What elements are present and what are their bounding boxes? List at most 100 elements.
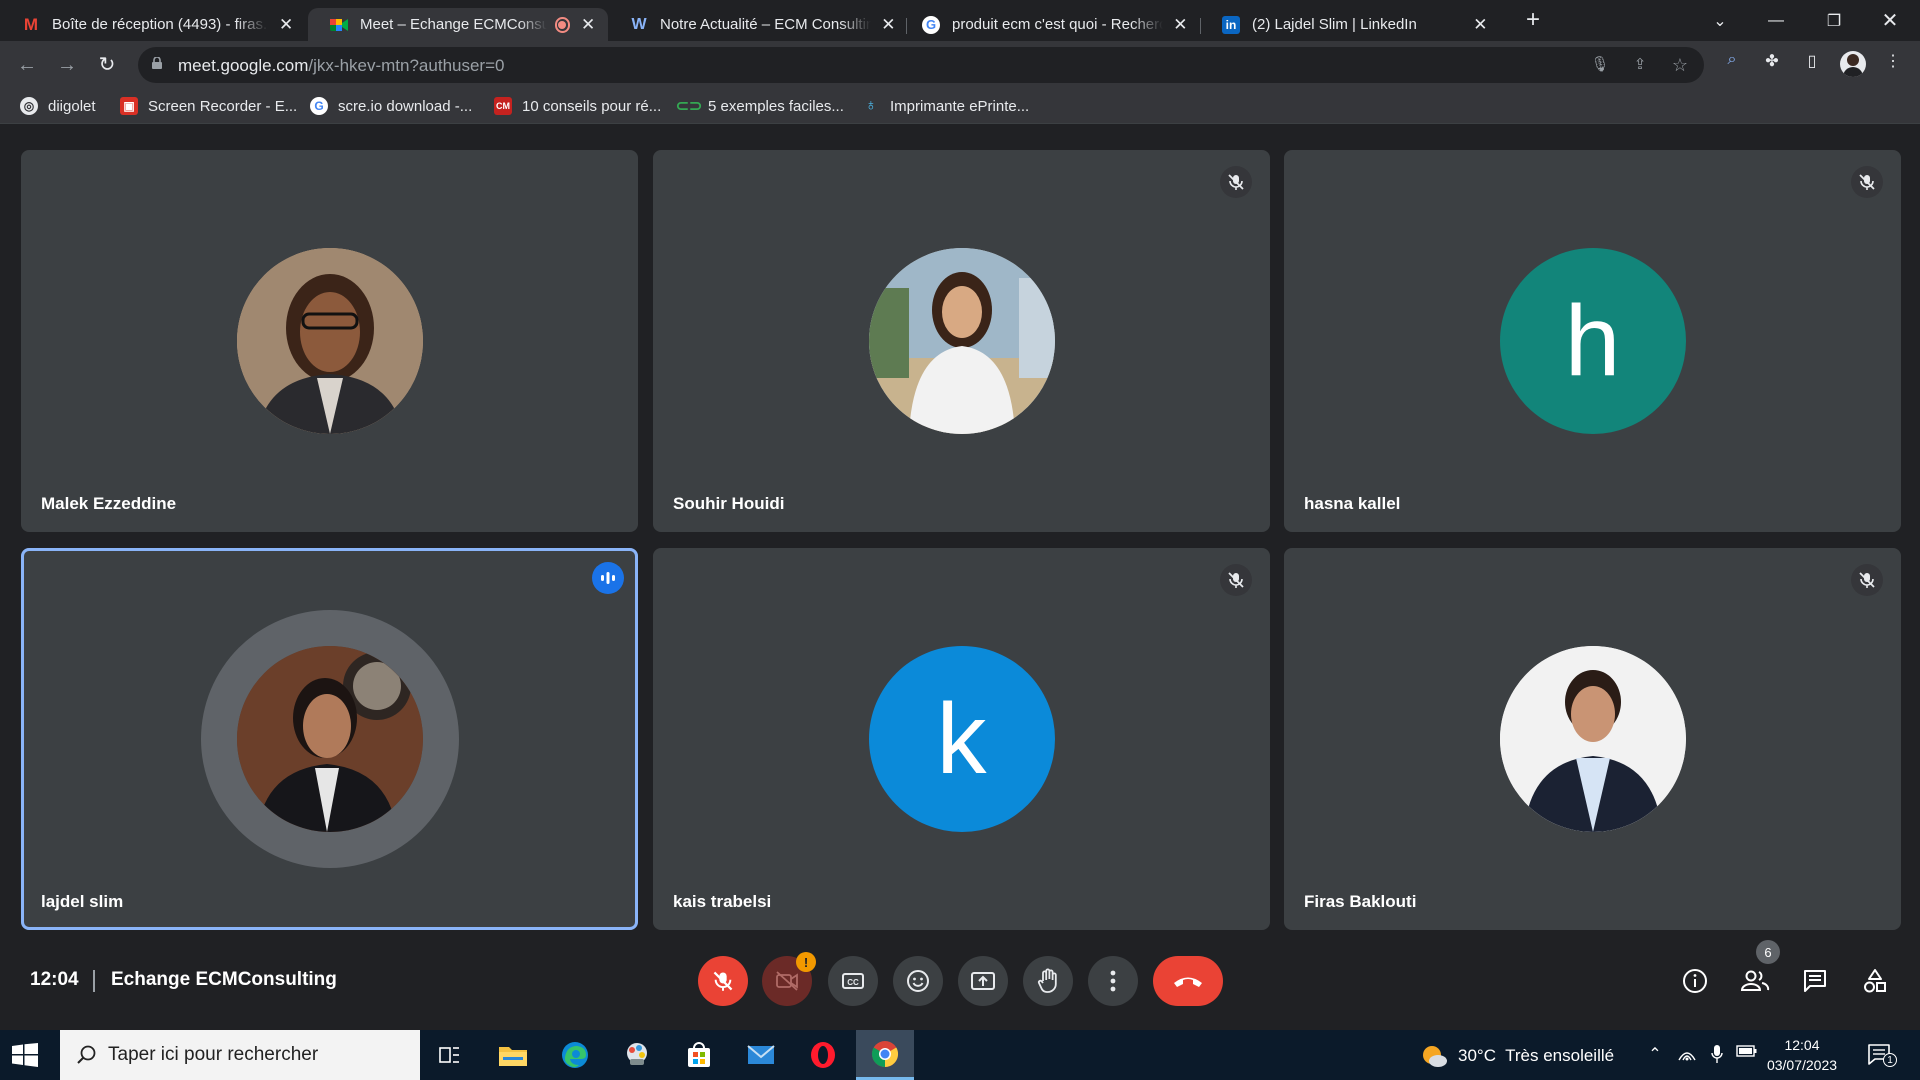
google-icon: G [310,97,328,115]
participant-name: Firas Baklouti [1304,892,1417,911]
present-screen-button[interactable] [958,956,1008,1006]
profile-avatar[interactable] [1840,51,1866,77]
svg-text:CC: CC [847,978,859,987]
close-icon[interactable]: ✕ [276,15,296,35]
close-icon[interactable]: ✕ [1471,15,1490,35]
paint-icon [627,1043,647,1065]
side-panel-icon[interactable]: ▯ [1801,51,1823,73]
meeting-details-button[interactable] [1676,962,1714,1000]
close-icon[interactable]: ✕ [879,15,898,35]
system-time: 12:04 [1784,1037,1820,1053]
close-icon[interactable]: ✕ [1171,15,1190,35]
network-icon[interactable] [1676,1044,1698,1067]
microphone-toggle-button[interactable] [698,956,748,1006]
extensions-icon[interactable]: ✤ [1761,51,1783,73]
participant-tile[interactable]: Souhir Houidi [653,150,1270,532]
captions-button[interactable]: CC [828,956,878,1006]
divider [93,970,95,992]
participant-tile[interactable]: Malek Ezzeddine [21,150,638,532]
browser-toolbar: ← → ↻ meet.google.com/jkx-hkev-mtn?authu… [0,41,1920,89]
weather-sun-icon [1423,1046,1447,1067]
raise-hand-button[interactable] [1023,956,1073,1006]
tab-search-button[interactable]: ⌄ [1692,0,1748,41]
participant-tile-active-speaker[interactable]: lajdel slim [21,548,638,930]
hang-up-icon [1174,977,1202,987]
url-text: meet.google.com/jkx-hkev-mtn?authuser=0 [178,56,504,76]
avatar [236,248,423,434]
tab-google-search[interactable]: G produit ecm c'est quoi - Recherche ✕ [900,8,1200,41]
search-placeholder: Taper ici pour rechercher [108,1044,319,1065]
people-button[interactable] [1736,962,1774,1000]
tab-linkedin[interactable]: in (2) Lajdel Slim | LinkedIn ✕ [1200,8,1500,41]
lock-icon [152,57,162,69]
meeting-clock: 12:04 [30,969,79,990]
task-view-button[interactable] [420,1030,478,1080]
tab-meet[interactable]: Meet – Echange ECMConsulting ✕ [308,8,608,41]
more-options-button[interactable] [1088,956,1138,1006]
participant-name: Souhir Houidi [673,494,785,513]
new-tab-button[interactable]: + [1520,7,1546,33]
extension-search-icon[interactable]: ⌕ [1721,51,1743,73]
tab-gmail[interactable]: M Boîte de réception (4493) - firas.b ✕ [0,8,306,41]
share-icon[interactable]: ⇪ [1630,55,1650,75]
participant-tile[interactable]: Firas Baklouti [1284,548,1901,930]
chrome-menu-icon[interactable]: ⋮ [1882,51,1904,73]
bookmark-screio[interactable]: G scre.io download -... [310,95,472,117]
bookmark-diigolet[interactable]: ◎ diigolet [20,95,96,117]
url-path: /jkx-hkev-mtn?authuser=0 [308,56,505,75]
opera-button[interactable] [794,1030,852,1080]
bookmark-label: Imprimante ePrinte... [890,97,1030,115]
taskbar-search-box[interactable]: Taper ici pour rechercher [60,1030,420,1080]
cm-icon: CM [494,97,512,115]
eprint-icon: ♁ [865,97,877,114]
system-clock[interactable]: 12:04 03/07/2023 [1762,1035,1842,1075]
microphone-tray-icon[interactable] [1706,1044,1728,1069]
bookmark-exemples[interactable]: ⊂⊃ 5 exemples faciles... [676,95,844,117]
close-icon[interactable]: ✕ [578,15,598,35]
chat-button[interactable] [1796,962,1834,1000]
search-icon [77,1045,96,1064]
mail-button[interactable] [732,1030,790,1080]
reload-button[interactable]: ↻ [93,51,121,79]
action-center-button[interactable]: 1 [1868,1043,1898,1067]
chrome-button[interactable] [856,1030,914,1080]
edge-button[interactable] [546,1030,604,1080]
folder-icon [499,1047,527,1066]
tab-label: produit ecm c'est quoi - Recherche [952,16,1163,33]
camera-toggle-button[interactable]: ! [762,952,816,1006]
tab-label: Meet – Echange ECMConsulting [360,16,547,33]
address-bar[interactable]: meet.google.com/jkx-hkev-mtn?authuser=0 … [138,47,1704,83]
participant-tile[interactable]: h hasna kallel [1284,150,1901,532]
show-hidden-icons-chevron-icon[interactable]: ⌃ [1644,1044,1666,1064]
meet-controls-bar: 12:04 Echange ECMConsulting ! CC 6 [0,936,1920,1030]
system-date: 03/07/2023 [1766,1057,1838,1073]
bookmark-screen-recorder[interactable]: ▣ Screen Recorder - E... [120,95,297,117]
minimize-button[interactable]: — [1748,0,1804,41]
bookmark-label: Screen Recorder - E... [148,97,298,115]
activities-button[interactable] [1856,962,1894,1000]
bookmark-conseils[interactable]: CM 10 conseils pour ré... [494,95,661,117]
battery-icon[interactable] [1736,1044,1758,1063]
file-explorer-button[interactable] [484,1030,542,1080]
leave-call-button[interactable] [1153,956,1223,1006]
meeting-name: Echange ECMConsulting [111,969,337,990]
close-window-button[interactable]: ✕ [1862,0,1918,41]
tab-label: (2) Lajdel Slim | LinkedIn [1252,16,1417,33]
opera-icon [811,1042,835,1068]
task-view-icon [439,1047,459,1063]
participant-tile[interactable]: k kais trabelsi [653,548,1270,930]
reactions-button[interactable] [893,956,943,1006]
bookmark-star-icon[interactable]: ☆ [1670,55,1690,75]
back-button[interactable]: ← [13,51,41,79]
microsoft-store-button[interactable] [670,1030,728,1080]
app-button[interactable] [608,1030,666,1080]
microphone-icon[interactable]: 🎙 [1590,55,1610,75]
windows-start-icon[interactable] [12,1043,38,1067]
restore-button[interactable]: ❐ [1806,0,1862,41]
weather-widget[interactable]: 30°C Très ensoleillé [1420,1043,1614,1069]
bookmark-imprimante[interactable]: ♁ Imprimante ePrinte... [862,95,1029,117]
participant-name: lajdel slim [41,892,124,911]
info-icon [1683,969,1707,993]
forward-button[interactable]: → [53,51,81,79]
tab-ecm[interactable]: W Notre Actualité – ECM Consulting ✕ [608,8,908,41]
